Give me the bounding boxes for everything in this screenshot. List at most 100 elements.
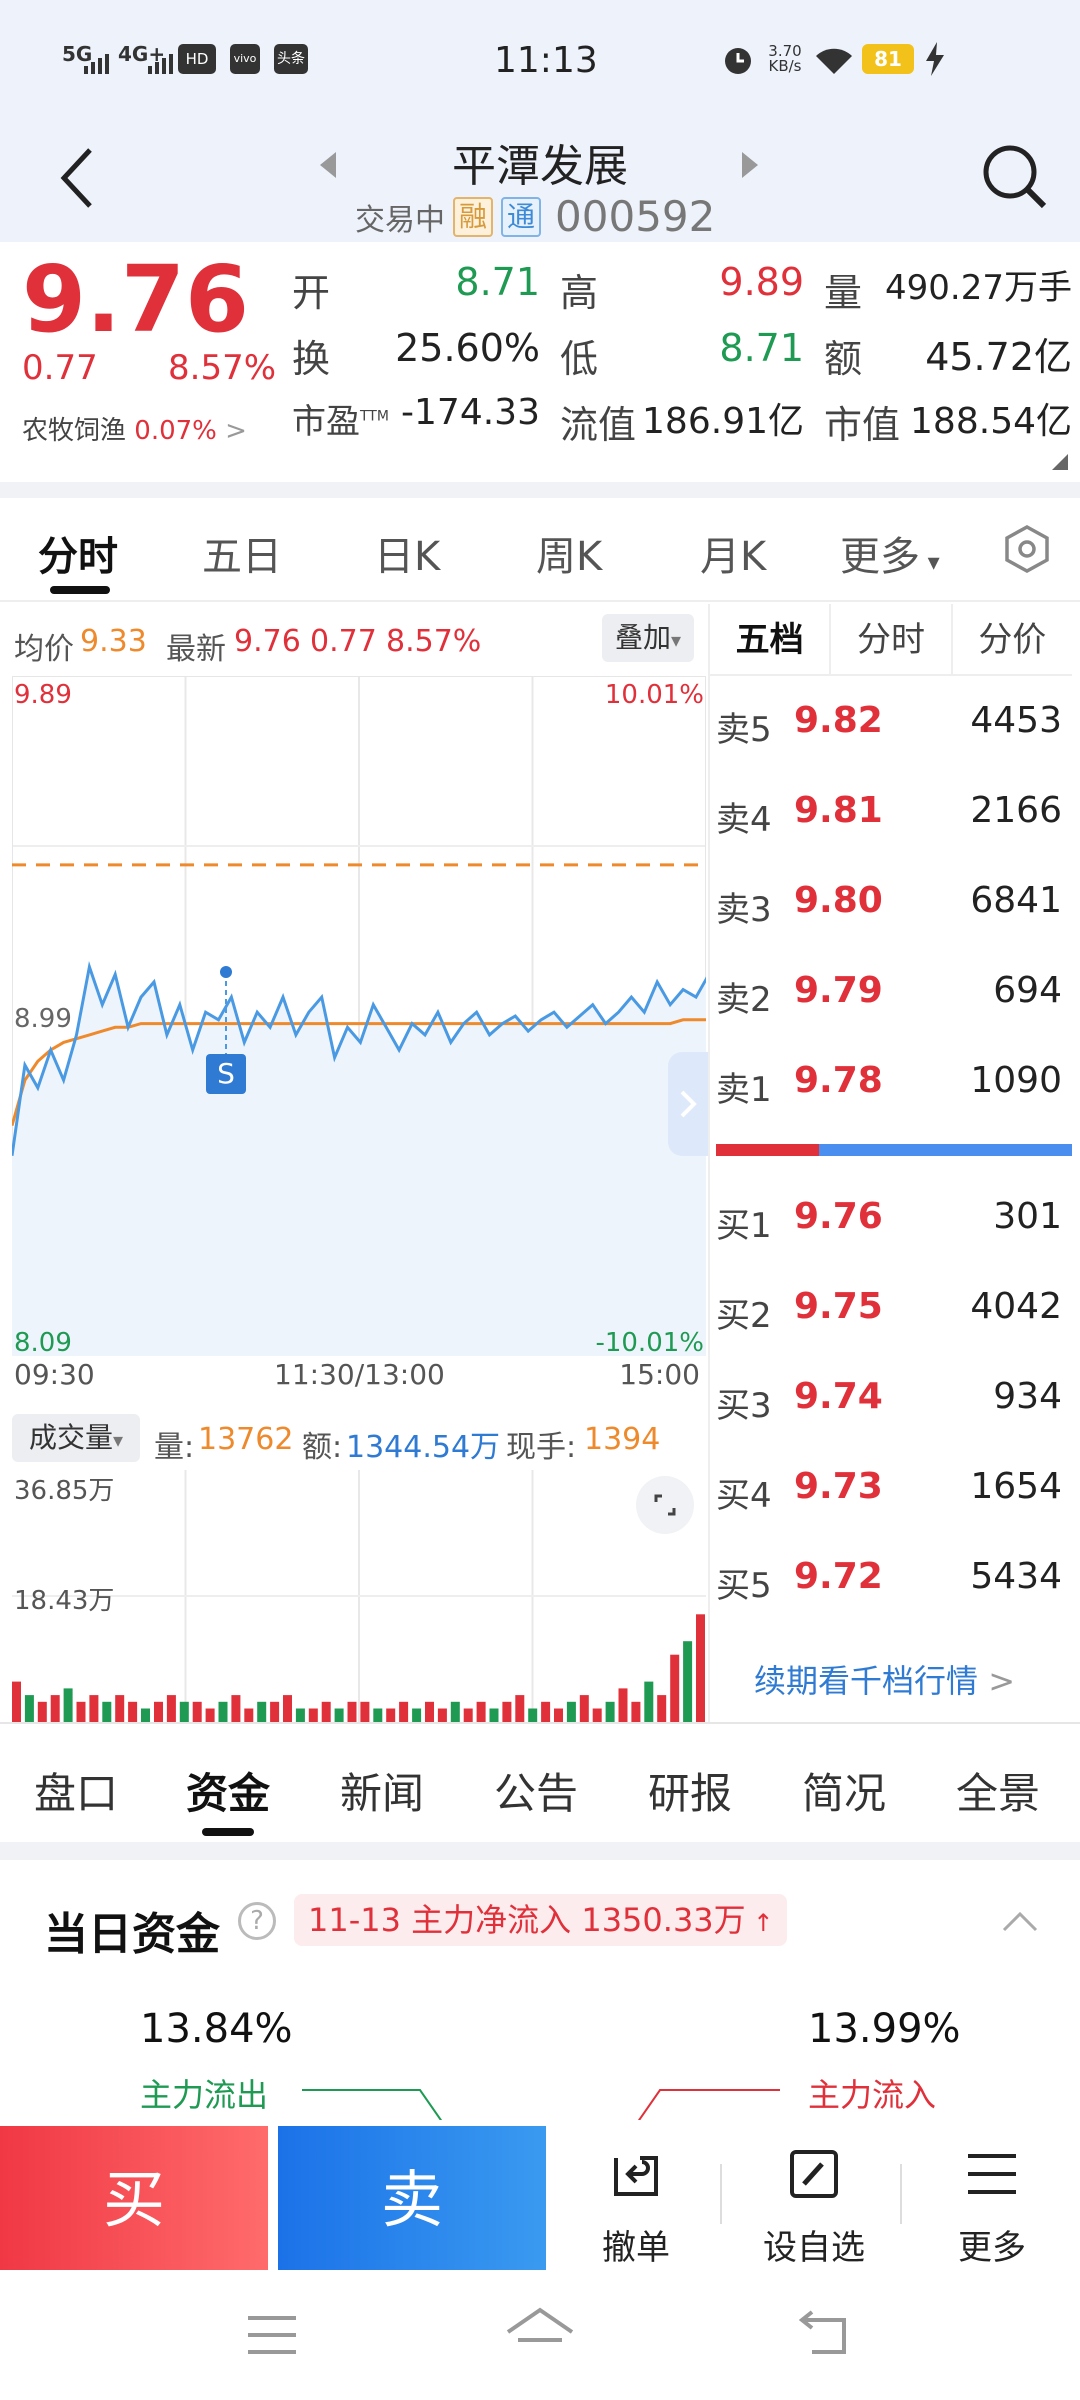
turnover-value: 25.60% [395,326,540,370]
ask-row[interactable]: 卖2 9.79 694 [710,948,1072,1038]
tab-weekly-k[interactable]: 周K [536,524,602,582]
buy-ratio-segment [716,1144,820,1156]
tab-news[interactable]: 新闻 [340,1760,424,1821]
order-book: 五档 分时 分价 卖5 9.82 4453 卖4 9.81 2166 卖3 9.80 684… [708,604,1072,1722]
volume-indicator-button[interactable]: 成交量▾ [12,1414,140,1462]
stock-header: 平潭发展 交易中 融 通 000592 [0,122,1080,242]
ask-row[interactable]: 卖3 9.80 6841 [710,858,1072,948]
outflow-pct: 13.84% [140,2006,293,2052]
overlay-dropdown-icon: ▾ [670,628,682,652]
volume-bar [592,1708,602,1722]
buy-button[interactable]: 买 [0,2126,268,2274]
quote-panel: 9.76 0.77 8.57% 农牧饲渔 0.07% > 开 8.71 高 9.… [0,242,1080,482]
signal-strength-icon-2 [148,54,173,74]
hd-voice-icon: HD [178,44,216,74]
fullscreen-button[interactable] [636,1476,694,1534]
volume-bar [205,1708,215,1722]
latest-price-value: 9.76 [234,624,301,659]
outflow-label: 主力流出 [140,2076,269,2114]
mcap-label: 市值 [824,403,901,447]
tab-five-day[interactable]: 五日 [202,524,282,582]
connect-tag: 通 [501,196,542,237]
tab-five-levels[interactable]: 五档 [710,604,832,674]
volume-bar [128,1701,138,1722]
avg-price-value: 9.33 [80,624,147,659]
menu-icon [968,2154,1016,2194]
sell-button[interactable]: 卖 [278,2126,546,2274]
chart-settings-icon[interactable] [1002,524,1052,574]
expand-corner-icon[interactable] [1052,454,1068,470]
next-stock-icon[interactable] [740,150,760,180]
volume-bar [566,1701,576,1722]
volume-bar [515,1695,525,1722]
tab-panorama[interactable]: 全景 [956,1760,1040,1821]
tab-research[interactable]: 研报 [648,1760,732,1821]
open-value: 8.71 [455,260,540,304]
add-watchlist-button[interactable]: 设自选 [734,2144,894,2269]
cancel-order-button[interactable]: 撤单 [556,2144,716,2269]
fullscreen-icon [654,1494,676,1516]
volume-bar [502,1701,512,1722]
vol-cur-value: 1394 [584,1422,661,1457]
volume-bar [308,1708,318,1722]
tab-announcements[interactable]: 公告 [494,1760,578,1821]
back-nav-icon[interactable] [796,2308,852,2358]
bid-row[interactable]: 买4 9.73 1654 [710,1444,1072,1534]
expand-panel-handle[interactable] [668,1052,708,1156]
sell-signal-badge[interactable]: S [206,1054,246,1094]
volume-bar [12,1681,21,1722]
volume-bar [683,1641,693,1722]
bid-row[interactable]: 买5 9.72 5434 [710,1534,1072,1624]
help-icon[interactable]: ? [238,1902,276,1940]
intraday-chart[interactable]: 9.89 8.99 8.09 10.01% -10.01% S [10,670,865,1358]
tab-more-periods[interactable]: 更多 ▾ [840,524,940,582]
ask-row[interactable]: 卖1 9.78 1090 [710,1038,1072,1128]
level2-quotes-link[interactable]: 续期看千档行情 > [754,1656,1015,1702]
open-label: 开 [292,271,331,315]
sector-link[interactable]: 农牧饲渔 0.07% > [22,410,247,447]
vol-qty-value: 13762 [198,1422,294,1457]
volume-bar [425,1701,434,1722]
dropdown-icon: ▾ [920,548,940,576]
volume-bar [412,1708,422,1722]
home-icon[interactable] [504,2304,576,2364]
y-top-pct: 10.01% [604,680,704,710]
collapse-icon[interactable] [1000,1908,1040,1934]
tab-capital[interactable]: 资金 [186,1760,270,1821]
inflow-pct: 13.99% [808,2006,961,2052]
volume-grid [12,1470,706,1722]
volume-bar [321,1701,331,1722]
net-inflow-chip: 11-13 主力净流入 1350.33万 ↑ [294,1894,788,1946]
recent-apps-icon[interactable] [244,2310,300,2360]
low-value: 8.71 [719,326,804,370]
ask-row[interactable]: 卖4 9.81 2166 [710,768,1072,858]
info-tabs: 盘口 资金 新闻 公告 研报 简况 全景 [0,1724,1080,1842]
tab-orderbook[interactable]: 盘口 [34,1760,118,1821]
current-price: 9.76 [22,246,249,353]
edit-watchlist-icon [790,2150,838,2198]
tab-ticks[interactable]: 分时 [831,604,953,674]
wifi-icon [816,48,852,74]
price-chart-svg [10,670,865,1357]
tab-profile[interactable]: 简况 [802,1760,886,1821]
tab-price-volume[interactable]: 分价 [953,604,1072,674]
volume-bar [270,1701,280,1722]
vol-amt-label: 额: [302,1430,343,1465]
volume-bar [373,1708,383,1722]
up-arrow-icon: ↑ [745,1909,774,1937]
charging-icon [926,42,944,76]
bid-row[interactable]: 买1 9.76 301 [710,1174,1072,1264]
system-nav-bar [0,2270,1080,2400]
tab-intraday[interactable]: 分时 [38,524,118,582]
volume-bar [244,1708,254,1722]
bid-row[interactable]: 买3 9.74 934 [710,1354,1072,1444]
search-icon[interactable] [980,142,1050,212]
bid-row[interactable]: 买2 9.75 4042 [710,1264,1072,1354]
price-change-pct: 8.57% [168,348,277,388]
chevron-right-icon [680,1090,697,1118]
more-button[interactable]: 更多 [912,2144,1072,2269]
ask-row[interactable]: 卖5 9.82 4453 [710,678,1072,768]
overlay-button[interactable]: 叠加▾ [602,614,694,662]
tab-monthly-k[interactable]: 月K [700,524,766,582]
tab-daily-k[interactable]: 日K [374,524,440,582]
